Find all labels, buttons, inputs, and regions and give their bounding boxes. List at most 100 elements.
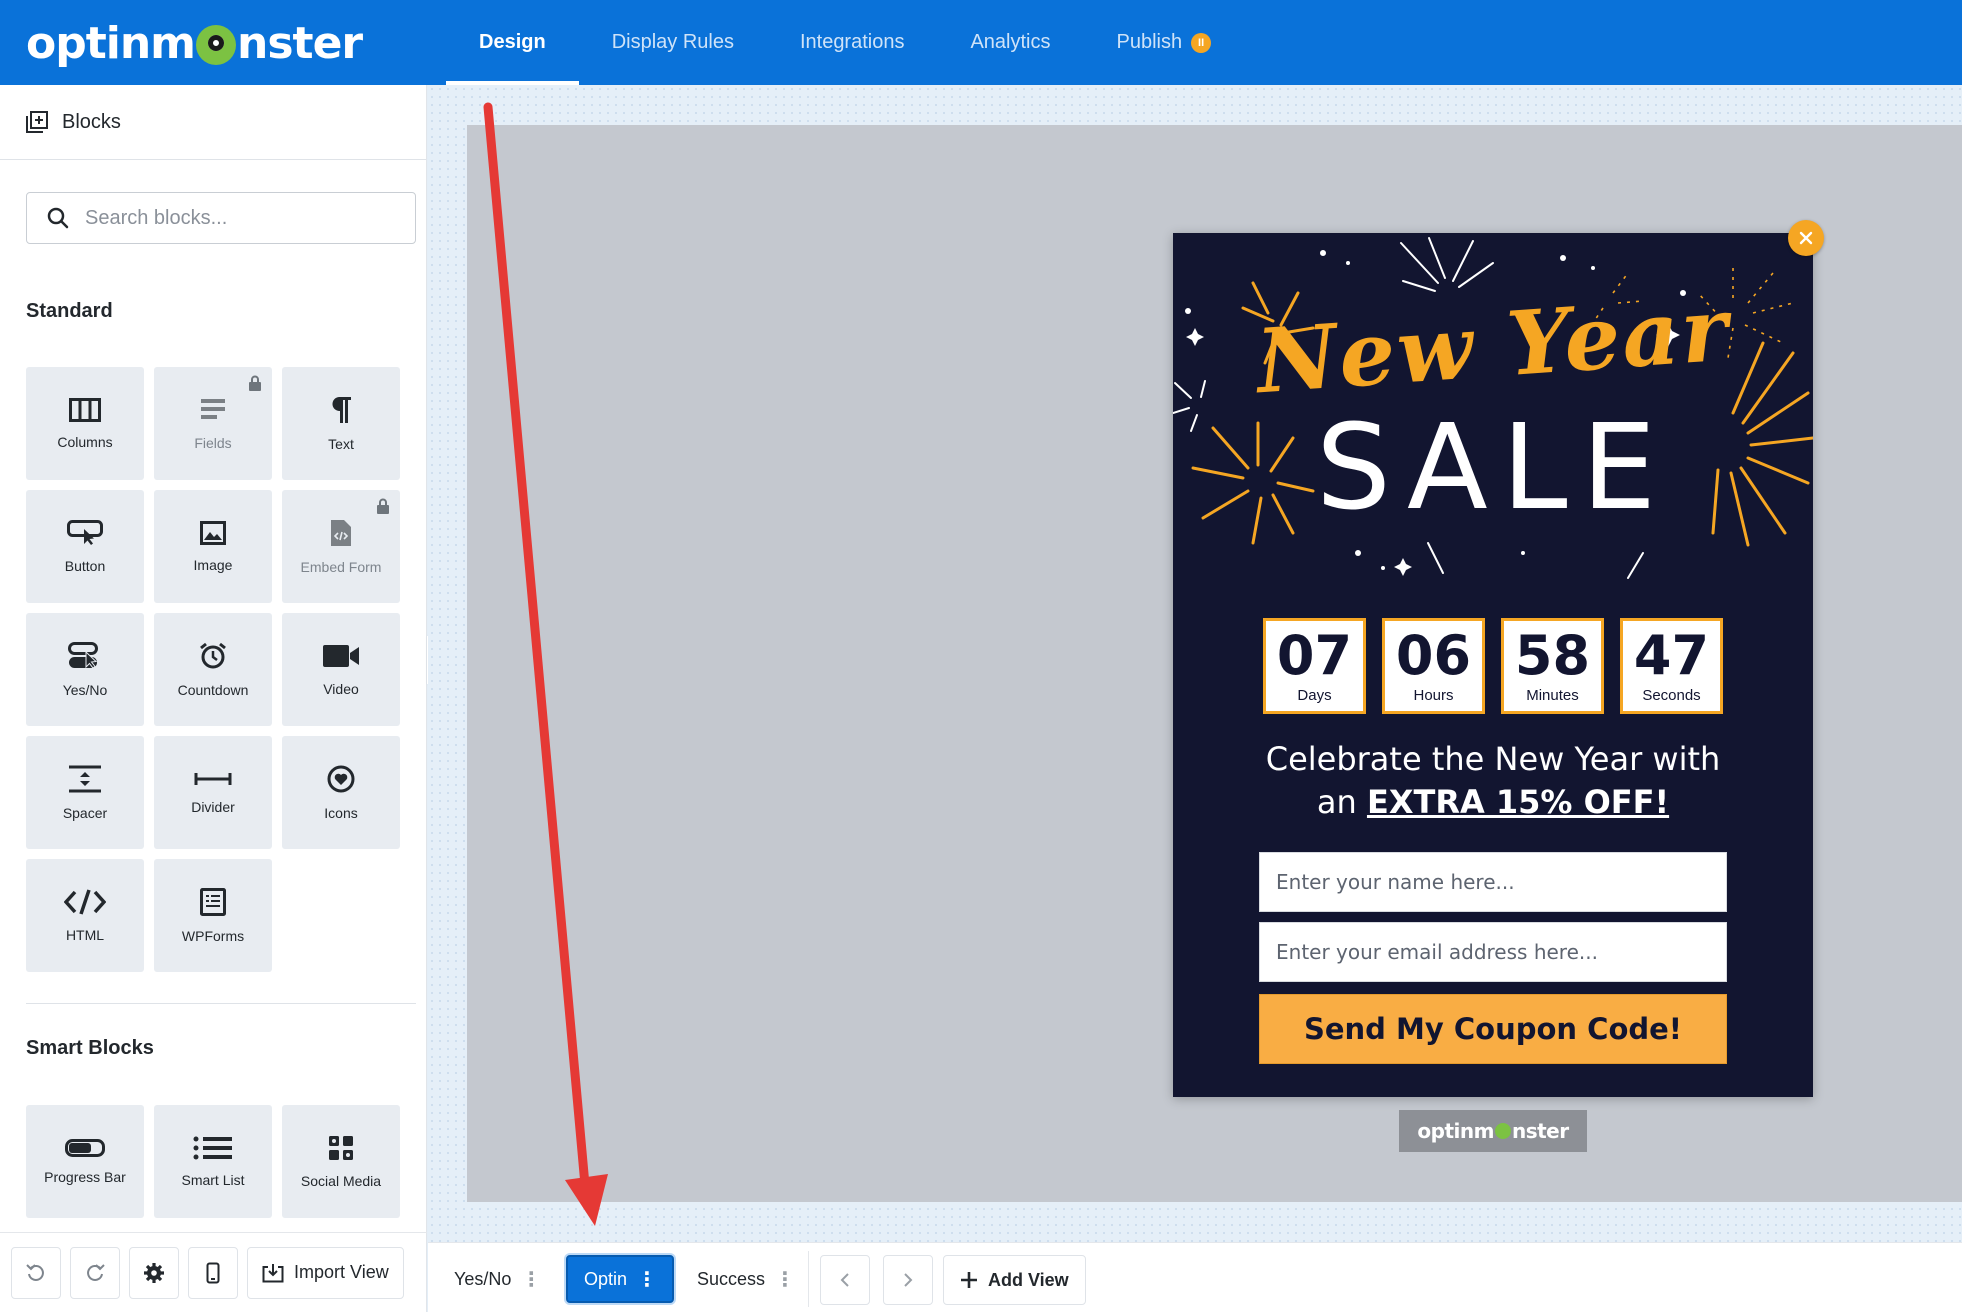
video-camera-icon (323, 644, 359, 667)
block-embed-form[interactable]: Embed Form (282, 490, 400, 603)
badge-text-start: optinm (1417, 1119, 1494, 1143)
block-spacer[interactable]: Spacer (26, 736, 144, 849)
fields-icon (201, 398, 225, 419)
block-label: Progress Bar (44, 1168, 126, 1185)
search-input[interactable] (85, 206, 405, 230)
chevron-left-icon (840, 1273, 849, 1287)
image-icon (200, 520, 226, 545)
undo-icon (26, 1263, 44, 1281)
kebab-menu-icon[interactable]: ⋮ (521, 1267, 541, 1292)
popup-close-button[interactable] (1788, 220, 1824, 256)
email-field[interactable]: Enter your email address here... (1259, 922, 1727, 982)
gear-icon (144, 1262, 164, 1283)
name-field[interactable]: Enter your name here... (1259, 852, 1727, 912)
tab-integrations[interactable]: Integrations (767, 0, 938, 85)
button-icon (67, 519, 103, 545)
standard-blocks-grid: Columns Fields Text Button Image Embed F… (26, 367, 400, 972)
block-image[interactable]: Image (154, 490, 272, 603)
tab-publish[interactable]: Publish II (1084, 0, 1245, 85)
view-tab-yes-no[interactable]: Yes/No ⋮ (438, 1255, 556, 1303)
social-media-icon (329, 1135, 353, 1160)
settings-button[interactable] (129, 1246, 179, 1299)
sidebar-header: Blocks (0, 85, 426, 160)
headline-sale: SALE (1315, 398, 1671, 536)
block-countdown[interactable]: Countdown (154, 613, 272, 726)
heart-circle-icon (327, 765, 355, 792)
tab-analytics[interactable]: Analytics (937, 0, 1083, 85)
block-wpforms[interactable]: WPForms (154, 859, 272, 972)
previous-view-button[interactable] (820, 1255, 870, 1305)
block-label: Fields (194, 434, 232, 451)
block-label: Icons (324, 804, 358, 821)
import-view-label: Import View (294, 1262, 389, 1282)
close-icon (1799, 231, 1813, 245)
view-tab-label: Optin (584, 1268, 628, 1289)
view-tab-success[interactable]: Success ⋮ (681, 1255, 810, 1303)
offer-line-1: Celebrate the New Year with (1265, 740, 1721, 778)
block-label: Button (64, 557, 106, 574)
countdown-hours: 06 Hours (1382, 618, 1485, 714)
countdown-days: 07 Days (1263, 618, 1366, 714)
block-label: Spacer (62, 804, 108, 821)
countdown-label: Days (1297, 686, 1332, 704)
block-smart-list[interactable]: Smart List (154, 1105, 272, 1218)
offer-line-2: an EXTRA 15% OFF! (1173, 781, 1813, 824)
logo-text-start: optinm (26, 17, 196, 69)
block-button[interactable]: Button (26, 490, 144, 603)
block-fields[interactable]: Fields (154, 367, 272, 480)
block-label: Image (193, 556, 233, 573)
monster-eye-icon (1494, 1123, 1511, 1139)
import-view-button[interactable]: Import View (247, 1246, 404, 1299)
view-tab-optin[interactable]: Optin ⋮ (566, 1255, 675, 1303)
block-columns[interactable]: Columns (26, 367, 144, 480)
block-divider[interactable]: Divider (154, 736, 272, 849)
add-view-button[interactable]: Add View (943, 1255, 1086, 1305)
block-label: Smart List (181, 1171, 245, 1188)
spacer-icon (69, 765, 101, 792)
kebab-menu-icon[interactable]: ⋮ (637, 1267, 657, 1292)
section-divider (26, 1003, 416, 1004)
mobile-preview-button[interactable] (188, 1246, 238, 1299)
block-progress-bar[interactable]: Progress Bar (26, 1105, 144, 1218)
undo-button[interactable] (11, 1246, 61, 1299)
countdown-value: 47 (1633, 623, 1710, 687)
tab-design[interactable]: Design (446, 0, 579, 85)
redo-button[interactable] (70, 1246, 120, 1299)
block-html[interactable]: HTML (26, 859, 144, 972)
block-label: Yes/No (62, 681, 108, 698)
kebab-menu-icon[interactable]: ⋮ (775, 1267, 795, 1292)
block-icons[interactable]: Icons (282, 736, 400, 849)
badge-text-end: nster (1511, 1119, 1569, 1143)
next-view-button[interactable] (883, 1255, 933, 1305)
code-icon (64, 888, 106, 915)
countdown-label: Seconds (1642, 686, 1701, 704)
countdown-value: 07 (1276, 623, 1353, 687)
optinmonster-logo[interactable]: optinm nster (26, 17, 363, 69)
block-label: Embed Form (300, 558, 382, 575)
block-yes-no[interactable]: Yes/No (26, 613, 144, 726)
block-video[interactable]: Video (282, 613, 400, 726)
lock-icon (377, 498, 389, 514)
send-coupon-button[interactable]: Send My Coupon Code! (1259, 994, 1727, 1064)
paragraph-icon (332, 396, 351, 423)
block-label: Countdown (177, 681, 249, 698)
countdown-label: Hours (1413, 686, 1454, 704)
top-bar: optinm nster Design Display Rules Integra… (0, 0, 1962, 85)
countdown-minutes: 58 Minutes (1501, 618, 1604, 714)
optinmonster-brand-badge[interactable]: optinm nster (1399, 1110, 1587, 1152)
block-text[interactable]: Text (282, 367, 400, 480)
block-label: Text (328, 435, 354, 452)
block-social-media[interactable]: Social Media (282, 1105, 400, 1218)
lock-icon (249, 375, 261, 391)
popup-offer-text: Celebrate the New Year with an EXTRA 15%… (1173, 738, 1813, 824)
tab-display-rules[interactable]: Display Rules (579, 0, 767, 85)
add-view-label: Add View (988, 1269, 1069, 1290)
wpforms-icon (200, 887, 226, 916)
redo-icon (87, 1263, 105, 1281)
columns-icon (69, 397, 101, 422)
campaign-popup[interactable]: New Year SALE 07 Days 06 Hours 58 Minute… (1173, 233, 1813, 1097)
search-blocks-field[interactable] (26, 192, 416, 244)
block-label: Divider (191, 798, 235, 815)
countdown-timer: 07 Days 06 Hours 58 Minutes 47 Seconds (1263, 618, 1723, 714)
logo-text-end: nster (237, 17, 363, 69)
